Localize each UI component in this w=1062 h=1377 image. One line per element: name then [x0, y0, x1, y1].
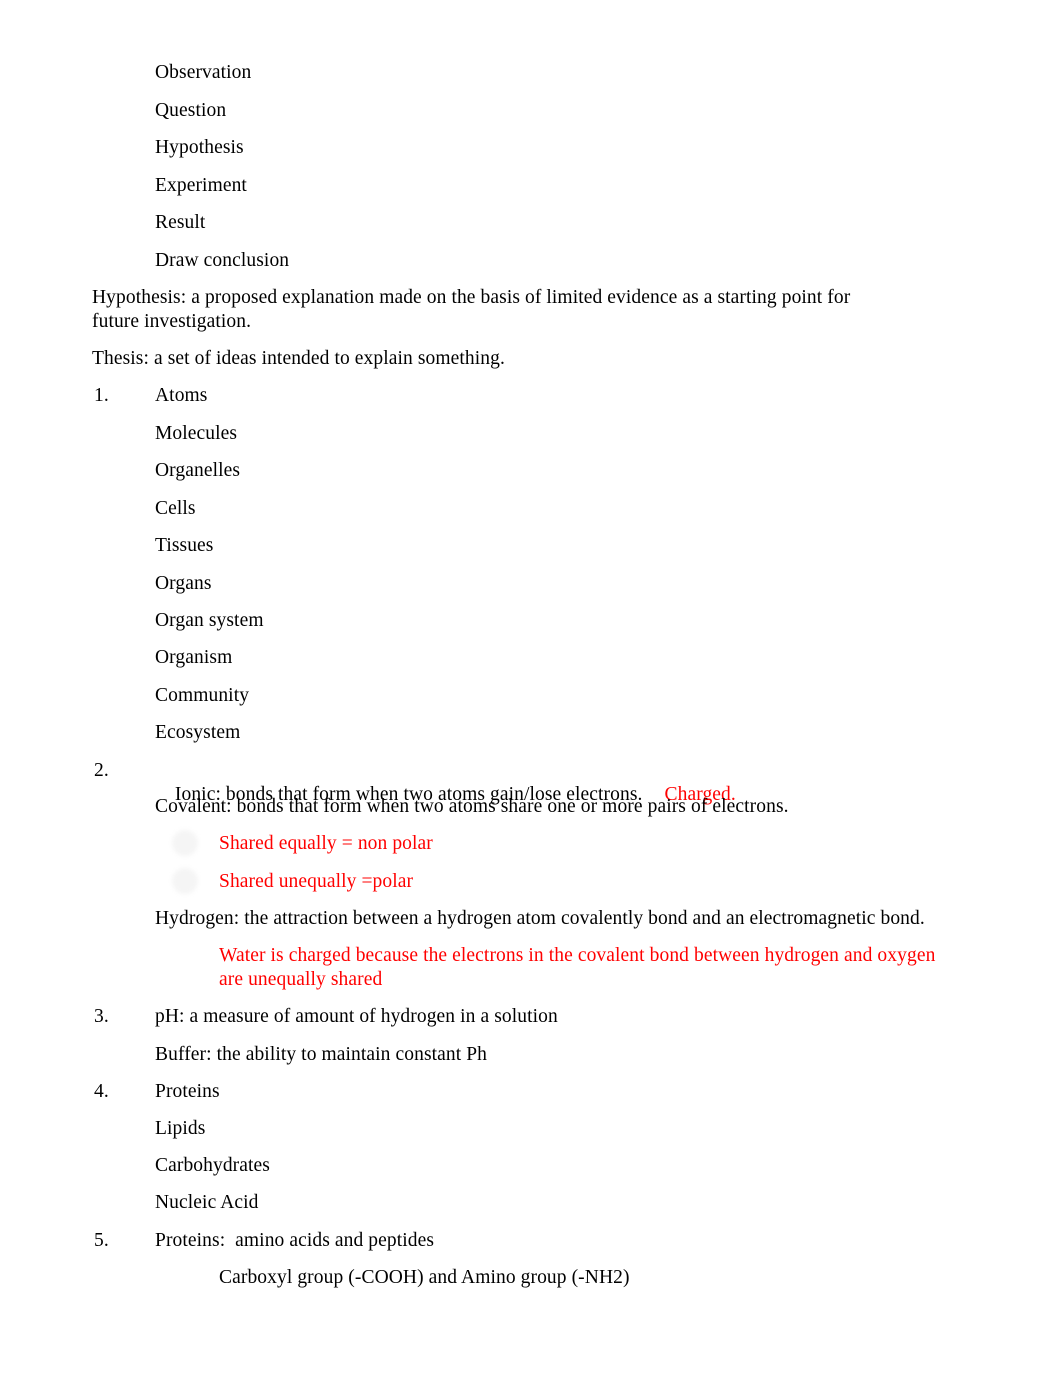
organization-level-atoms: Atoms — [155, 385, 208, 406]
organization-level-cells: Cells — [155, 498, 196, 519]
organization-level-ecosystem: Ecosystem — [155, 722, 241, 743]
definition-ph: pH: a measure of amount of hydrogen in a… — [155, 1006, 558, 1027]
organization-level-tissues: Tissues — [155, 535, 214, 556]
organization-level-molecules: Molecules — [155, 423, 238, 444]
bond-definition-covalent: Covalent: bonds that form when two atoms… — [155, 796, 789, 817]
covalent-note-shared-unequally: Shared unequally =polar — [219, 871, 414, 892]
definition-buffer: Buffer: the ability to maintain constant… — [155, 1044, 488, 1065]
scientific-method-step-draw-conclusion: Draw conclusion — [155, 250, 290, 271]
list-number-2: 2. — [94, 760, 109, 781]
scientific-method-step-experiment: Experiment — [155, 175, 247, 196]
macromolecule-carbohydrates: Carbohydrates — [155, 1155, 270, 1176]
macromolecule-proteins: Proteins — [155, 1081, 220, 1102]
proteins-amino-acids: Proteins: amino acids and peptides — [155, 1230, 435, 1251]
list-number-1: 1. — [94, 385, 109, 406]
scientific-method-step-question: Question — [155, 100, 227, 121]
bond-definition-hydrogen: Hydrogen: the attraction between a hydro… — [155, 908, 925, 929]
list-number-3: 3. — [94, 1006, 109, 1027]
organization-level-community: Community — [155, 685, 250, 706]
list-number-5: 5. — [94, 1230, 109, 1251]
document-page: Observation Question Hypothesis Experime… — [0, 0, 1062, 1377]
organization-level-organ-system: Organ system — [155, 610, 264, 631]
scientific-method-step-hypothesis: Hypothesis — [155, 137, 244, 158]
scientific-method-step-observation: Observation — [155, 62, 252, 83]
functional-groups: Carboxyl group (-COOH) and Amino group (… — [219, 1267, 630, 1288]
faint-bullet-icon — [172, 868, 198, 894]
organization-level-organs: Organs — [155, 573, 212, 594]
faint-bullet-icon — [172, 830, 198, 856]
scientific-method-step-result: Result — [155, 212, 206, 233]
macromolecule-nucleic-acid: Nucleic Acid — [155, 1192, 259, 1213]
organization-level-organism: Organism — [155, 647, 233, 668]
definition-hypothesis: Hypothesis: a proposed explanation made … — [92, 287, 851, 332]
organization-level-organelles: Organelles — [155, 460, 241, 481]
list-number-4: 4. — [94, 1081, 109, 1102]
definition-thesis: Thesis: a set of ideas intended to expla… — [92, 348, 505, 369]
covalent-note-shared-equally: Shared equally = non polar — [219, 833, 433, 854]
macromolecule-lipids: Lipids — [155, 1118, 206, 1139]
hydrogen-note-water-charged: Water is charged because the electrons i… — [219, 945, 936, 990]
